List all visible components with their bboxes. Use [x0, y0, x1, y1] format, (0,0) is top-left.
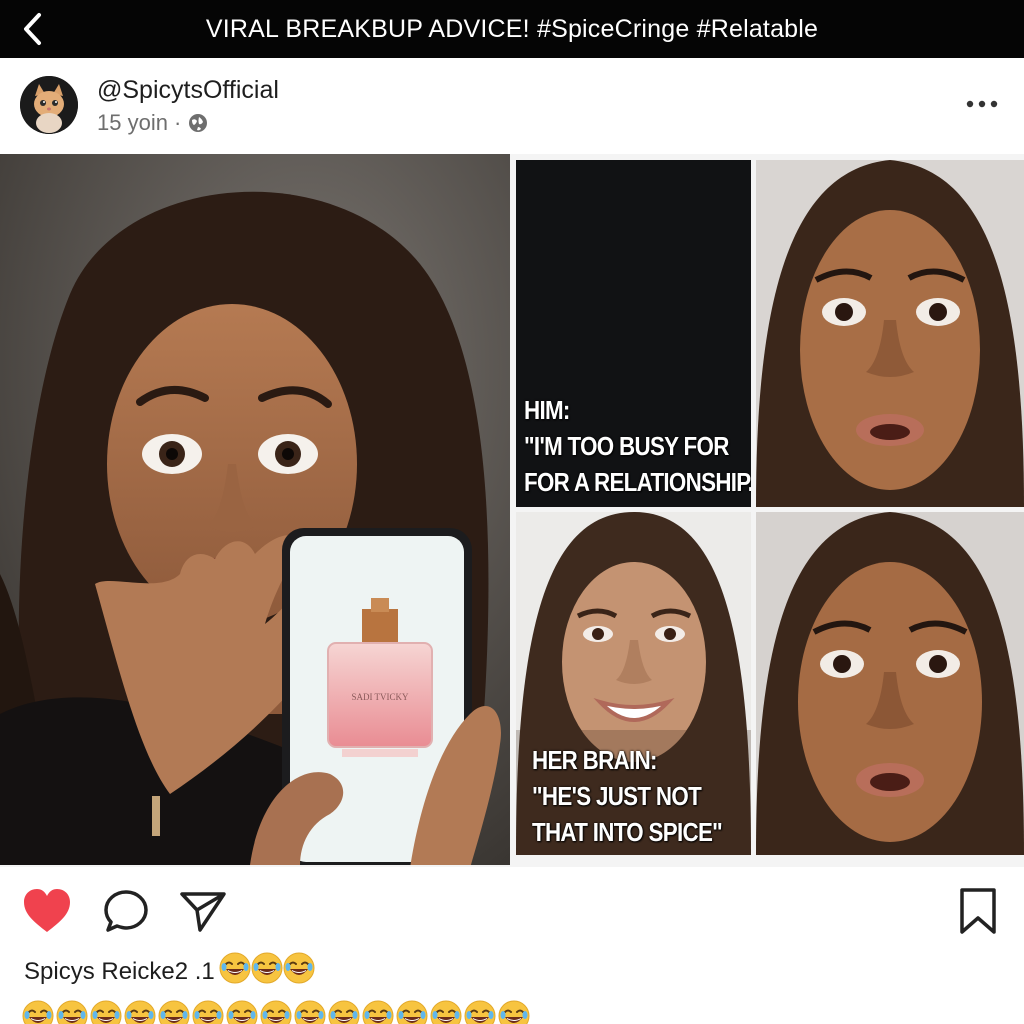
caption-text: Spicys Reicke2 .1: [24, 957, 215, 985]
post-media[interactable]: SADI TVICKY HIM: "I'M TOO BUSY FOR FOR A…: [0, 154, 1024, 867]
laughing-emoji-icon: [124, 1000, 156, 1024]
comment-button[interactable]: [102, 888, 150, 934]
main-photo: SADI TVICKY: [0, 154, 510, 865]
globe-icon: [189, 114, 208, 132]
meta-separator: ·: [173, 110, 182, 135]
meme-caption-top: HIM: "I'M TOO BUSY FOR FOR A RELATIONSHI…: [524, 395, 751, 497]
top-bar: VIRAL BREAKBUP ADVICE! #SpiceCringe #Rel…: [0, 0, 1024, 58]
bookmark-icon: [960, 888, 996, 934]
post-caption: Spicys Reicke2 .1: [24, 952, 315, 991]
laughing-emoji-icon: [56, 1000, 88, 1024]
laughing-emoji-icon: [396, 1000, 428, 1024]
laughing-emoji-icon: [251, 952, 283, 984]
laughing-emoji-icon: [464, 1000, 496, 1024]
reaction-photo-top-right: [756, 160, 1024, 507]
laughing-emoji-icon: [430, 1000, 462, 1024]
reaction-photo-bottom-left: HER BRAIN: "HE'S JUST NOT THAT INTO SPIC…: [516, 512, 751, 855]
laughing-emoji-icon: [294, 1000, 326, 1024]
send-icon: [180, 892, 226, 932]
laughing-emoji-icon: [90, 1000, 122, 1024]
emoji-row: [22, 1000, 530, 1024]
laughing-emoji-icon: [226, 1000, 258, 1024]
perfume-label: SADI TVICKY: [351, 692, 409, 702]
laughing-emoji-icon: [362, 1000, 394, 1024]
more-horizontal-icon: [966, 100, 998, 108]
reaction-photo-bottom-right: [756, 512, 1024, 855]
post-time: 15 yoin: [97, 110, 168, 135]
laughing-emoji-icon: [22, 1000, 54, 1024]
laughing-emoji-icon: [219, 952, 251, 984]
avatar[interactable]: [20, 76, 78, 134]
cat-avatar-icon: [20, 76, 78, 134]
laughing-emoji-icon: [158, 1000, 190, 1024]
laughing-emoji-icon: [260, 1000, 292, 1024]
share-button[interactable]: [178, 888, 228, 934]
meme-caption-bottom: HER BRAIN: "HE'S JUST NOT THAT INTO SPIC…: [532, 745, 723, 847]
post-username[interactable]: @SpicytsOfficial: [97, 76, 279, 105]
post-meta: 15 yoin ·: [97, 110, 209, 136]
heart-icon: [24, 889, 70, 932]
save-button[interactable]: [956, 886, 1000, 936]
comment-icon: [104, 890, 148, 932]
more-options-button[interactable]: [960, 90, 1004, 118]
like-button[interactable]: [22, 888, 72, 934]
laughing-emoji-icon: [192, 1000, 224, 1024]
caption-emojis: [219, 952, 315, 991]
page-title: VIRAL BREAKBUP ADVICE! #SpiceCringe #Rel…: [205, 15, 819, 43]
laughing-emoji-icon: [498, 1000, 530, 1024]
meme-text-panel-top: HIM: "I'M TOO BUSY FOR FOR A RELATIONSHI…: [516, 160, 751, 507]
laughing-emoji-icon: [283, 952, 315, 984]
laughing-emoji-icon: [328, 1000, 360, 1024]
